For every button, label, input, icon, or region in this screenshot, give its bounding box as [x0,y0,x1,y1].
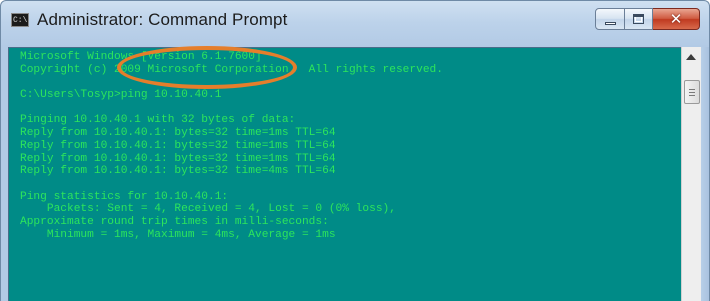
scrollbar-thumb[interactable] [684,80,700,104]
console-line: Approximate round trip times in milli-se… [20,215,329,228]
window-frame-right [701,47,709,301]
close-button[interactable]: ✕ [653,8,700,30]
console-line: Microsoft Windows [Version 6.1.7600] [20,51,262,63]
title-bar[interactable]: C:\ Administrator: Command Prompt ✕ [1,1,709,47]
command-prompt-window: C:\ Administrator: Command Prompt ✕ Micr… [0,0,710,301]
console-line: Minimum = 1ms, Maximum = 4ms, Average = … [20,228,336,241]
grip-line [689,89,695,90]
grip-line [689,95,695,96]
console-text: Microsoft Windows [Version 6.1.7600] Copy… [20,51,443,241]
maximize-icon [633,14,644,24]
console-line: Pinging 10.10.40.1 with 32 bytes of data… [20,114,296,127]
console-line: C:\Users\Tosyp>ping 10.10.40.1 [20,89,222,102]
console-line: Reply from 10.10.40.1: bytes=32 time=1ms… [20,152,336,165]
maximize-button[interactable] [625,8,653,30]
minimize-icon [605,22,616,25]
vertical-scrollbar[interactable] [681,47,701,301]
grip-line [689,92,695,93]
console-line: Reply from 10.10.40.1: bytes=32 time=4ms… [20,165,336,178]
window-title: Administrator: Command Prompt [37,10,288,29]
minimize-button[interactable] [595,8,625,30]
close-icon: ✕ [669,10,683,28]
scroll-up-arrow-icon[interactable] [686,54,696,60]
console-output-area[interactable]: Microsoft Windows [Version 6.1.7600] Copy… [8,47,681,301]
window-controls: ✕ [595,8,700,30]
console-line: Packets: Sent = 4, Received = 4, Lost = … [20,203,396,216]
console-line: Copyright (c) 2009 Microsoft Corporation… [20,63,443,76]
cmd-app-icon[interactable]: C:\ [11,13,29,27]
console-line: Reply from 10.10.40.1: bytes=32 time=1ms… [20,127,336,140]
console-line: Reply from 10.10.40.1: bytes=32 time=1ms… [20,139,336,152]
console-line: Ping statistics for 10.10.40.1: [20,190,229,203]
